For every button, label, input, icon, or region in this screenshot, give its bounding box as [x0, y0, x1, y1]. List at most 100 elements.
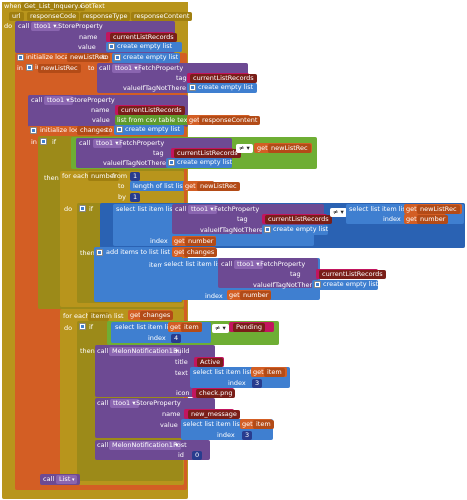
select-list-item-label: select list item list — [183, 420, 243, 428]
get-label: get — [170, 323, 181, 331]
title-label: title — [175, 358, 188, 366]
value-label: value — [92, 116, 110, 124]
mutator-icon[interactable] — [96, 249, 103, 256]
number-literal-1[interactable]: 1 — [130, 193, 141, 202]
to-label: to — [106, 126, 113, 134]
index-label: index — [383, 215, 401, 223]
get-label: get — [257, 144, 268, 152]
text-check-png[interactable]: check.png — [196, 389, 236, 398]
text-currentlistrecords[interactable]: currentListRecords — [174, 149, 241, 158]
param-responsetype[interactable]: responseType — [80, 12, 131, 21]
in-list-label: in list — [106, 312, 124, 320]
method-label: .Build — [171, 347, 190, 355]
tag-label: tag — [153, 149, 164, 157]
get-label: get — [229, 291, 240, 299]
operator-neq-dropdown[interactable]: ≠ ▾ — [330, 208, 347, 217]
get-label: get — [242, 420, 253, 428]
var-newlistrec[interactable]: newListRec — [38, 64, 81, 73]
text-active[interactable]: Active — [197, 358, 224, 367]
mutator-icon[interactable] — [17, 54, 24, 61]
var-number[interactable]: number — [417, 215, 449, 224]
text-currentlistrecords[interactable]: currentListRecords — [190, 74, 257, 83]
list-from-csv-table-label: list from csv table text — [117, 116, 191, 124]
param-responsecode[interactable]: responseCode — [27, 12, 80, 21]
var-responsecontent[interactable]: responseContent — [199, 116, 261, 125]
select-list-item-label: select list item list — [164, 260, 224, 268]
param-responsecontent[interactable]: responseContent — [131, 12, 193, 21]
to-label: to — [88, 64, 95, 72]
for-each-label: for each — [63, 312, 90, 320]
create-empty-list-label: create empty list — [123, 53, 179, 61]
operator-neq-dropdown[interactable]: ≠ ▾ — [236, 144, 253, 153]
var-newlistrec[interactable]: newListRec — [197, 182, 240, 191]
call-label: call — [97, 441, 109, 449]
number-literal-1[interactable]: 1 — [130, 172, 141, 181]
method-label: .StoreProperty — [56, 22, 103, 30]
text-pending[interactable]: Pending — [233, 323, 265, 332]
mutator-icon[interactable] — [26, 64, 33, 71]
create-empty-list-label: create empty list — [125, 125, 181, 133]
value-label: value — [78, 43, 96, 51]
call-label: call — [43, 475, 55, 483]
do-label: do — [4, 22, 13, 30]
var-changes[interactable]: changes — [140, 311, 174, 320]
number-literal-4[interactable]: 4 — [171, 334, 182, 343]
name-label: name — [79, 33, 98, 41]
gear-icon[interactable] — [168, 159, 175, 166]
get-label: get — [406, 215, 417, 223]
gear-icon[interactable] — [116, 126, 123, 133]
call-label: call — [97, 347, 109, 355]
in-label: in — [17, 64, 23, 72]
text-new-message[interactable]: new_message — [188, 410, 240, 419]
text-currentlistrecords[interactable]: currentListRecords — [319, 270, 386, 279]
call-label: call — [18, 22, 30, 30]
var-changes[interactable]: changes — [184, 248, 218, 257]
var-item[interactable]: item — [253, 420, 274, 429]
mutator-icon[interactable] — [79, 323, 86, 330]
gear-icon[interactable] — [114, 54, 121, 61]
then-label: then — [80, 249, 95, 257]
method-label: .StoreProperty — [134, 399, 181, 407]
number-literal-3[interactable]: 3 — [242, 431, 253, 440]
create-empty-list-label: create empty list — [198, 83, 254, 91]
method-label: .FetchProperty — [212, 205, 260, 213]
var-item[interactable]: item — [181, 323, 202, 332]
method-label: .FetchProperty — [136, 64, 184, 72]
var-newlistrec[interactable]: newListRec — [268, 144, 311, 153]
text-currentlistrecords[interactable]: currentListRecords — [118, 106, 185, 115]
operator-neq-dropdown[interactable]: ≠ ▾ — [212, 324, 229, 333]
do-label: do — [64, 205, 73, 213]
gear-icon[interactable] — [264, 226, 271, 233]
gear-icon[interactable] — [108, 43, 115, 50]
text-currentlistrecords[interactable]: currentListRecords — [265, 215, 332, 224]
gear-icon[interactable] — [314, 281, 321, 288]
var-number[interactable]: number — [240, 291, 272, 300]
id-label: id — [178, 451, 184, 459]
select-list-item-label: select list item list — [115, 323, 175, 331]
mutator-icon[interactable] — [30, 127, 37, 134]
var-item[interactable]: item — [264, 368, 285, 377]
text-currentlistrecords[interactable]: currentListRecords — [110, 33, 177, 42]
mutator-icon[interactable] — [40, 138, 47, 145]
create-empty-list-label: create empty list — [273, 225, 329, 233]
var-number[interactable]: number — [185, 237, 217, 246]
if-label: if — [89, 323, 94, 331]
event-name: .GotText — [78, 2, 105, 10]
do-label: do — [64, 324, 73, 332]
in-label: in — [31, 138, 37, 146]
call-label: call — [221, 260, 233, 268]
index-label: index — [228, 379, 246, 387]
create-empty-list-label: create empty list — [323, 280, 379, 288]
tag-label: tag — [176, 74, 187, 82]
method-label: .FetchProperty — [258, 260, 306, 268]
gear-icon[interactable] — [189, 84, 196, 91]
param-url[interactable]: url — [9, 12, 24, 21]
event-component-dropdown[interactable]: Get_List_Inquery — [21, 2, 86, 11]
text-label: text — [175, 369, 188, 377]
var-newlistrec[interactable]: newListRec — [417, 205, 460, 214]
component-list-dropdown[interactable]: List — [56, 475, 78, 484]
number-literal-0[interactable]: 0 — [192, 451, 203, 460]
number-literal-3[interactable]: 3 — [252, 379, 263, 388]
call-label: call — [97, 399, 109, 407]
mutator-icon[interactable] — [79, 205, 86, 212]
